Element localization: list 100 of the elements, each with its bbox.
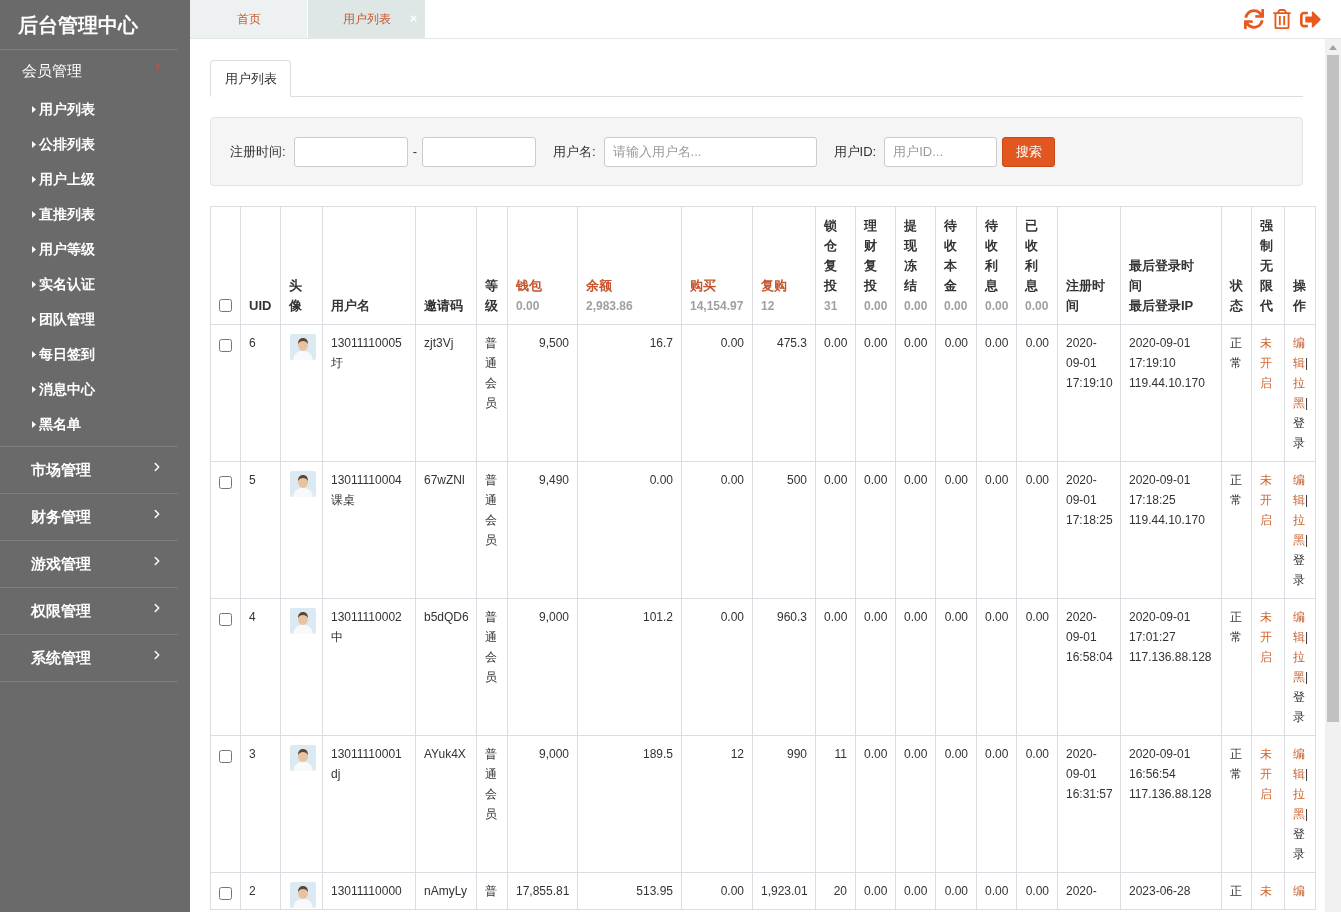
tab[interactable]: 首页 <box>190 0 307 38</box>
action-link[interactable]: 编辑 <box>1293 744 1305 784</box>
phone-number: 13011110000 <box>331 883 402 900</box>
action-link[interactable]: 拉黑 <box>1293 510 1305 550</box>
sidebar-group[interactable]: 游戏管理 <box>0 541 178 587</box>
page-tab[interactable]: 用户列表 <box>210 60 291 97</box>
avatar-icon <box>290 334 316 360</box>
action-link[interactable]: 登录 <box>1293 824 1305 864</box>
column-header: 待收利息 <box>985 217 998 295</box>
action-link[interactable]: 登录 <box>1293 413 1305 453</box>
column-header: 提现冻结 <box>904 217 917 295</box>
amount: 0.00 <box>944 883 968 900</box>
sidebar-item[interactable]: 实名认证 <box>0 267 178 302</box>
column-header: 头像 <box>289 277 302 315</box>
sidebar-item[interactable]: 直推列表 <box>0 197 178 232</box>
sidebar-item[interactable]: 用户列表 <box>0 92 178 127</box>
row-checkbox[interactable] <box>219 476 232 489</box>
phone-number: 13011110002 <box>331 609 402 626</box>
amount: 189.5 <box>642 746 673 763</box>
caret-icon <box>32 351 36 358</box>
column-total: 0.00 <box>944 298 968 315</box>
column-header: 钱包 <box>516 277 542 295</box>
action-link[interactable]: 编 <box>1293 881 1305 901</box>
tab[interactable]: 用户列表 <box>308 0 425 38</box>
amount: 0.00 <box>904 746 928 763</box>
caret-icon <box>32 106 36 113</box>
amount: 0.00 <box>904 335 928 352</box>
action-link[interactable]: 编辑 <box>1293 470 1305 510</box>
date-input[interactable] <box>421 136 536 167</box>
amount: 0.00 <box>1025 335 1049 352</box>
sidebar-item[interactable]: 消息中心 <box>0 372 178 407</box>
action-link[interactable]: 编辑 <box>1293 333 1305 373</box>
sidebar-item[interactable]: 黑名单 <box>0 407 178 442</box>
date-input[interactable] <box>293 136 408 167</box>
uid: 3 <box>249 746 256 763</box>
status-label: 正常 <box>1230 335 1242 372</box>
sidebar-group[interactable]: 市场管理 <box>0 447 178 493</box>
sidebar-item[interactable]: 用户上级 <box>0 162 178 197</box>
amount: 17,855.81 <box>516 883 570 900</box>
member-level: 普通会员 <box>485 746 497 823</box>
nickname: 课桌 <box>331 492 355 509</box>
column-header: 邀请码 <box>424 297 463 315</box>
column-total: 0.00 <box>516 298 540 315</box>
field-label: 注册时间: <box>230 142 286 161</box>
amount: 475.3 <box>776 335 807 352</box>
row-checkbox[interactable] <box>219 887 232 900</box>
amount: 11 <box>834 746 847 763</box>
ip-address: 119.44.10.170 <box>1129 375 1205 392</box>
invite-code: b5dQD6 <box>424 609 469 626</box>
amount: 0.00 <box>720 472 744 489</box>
row-checkbox[interactable] <box>219 750 232 763</box>
row-checkbox[interactable] <box>219 613 232 626</box>
nickname: 中 <box>331 629 343 646</box>
amount: 9,000 <box>538 609 569 626</box>
sidebar-item[interactable]: 团队管理 <box>0 302 178 337</box>
amount: 0.00 <box>904 472 928 489</box>
column-header: UID <box>249 297 272 315</box>
refresh-icon[interactable] <box>1244 9 1264 29</box>
unlimited-status: 未 <box>1260 883 1272 900</box>
amount: 0.00 <box>985 609 1009 626</box>
amount: 9,500 <box>538 335 569 352</box>
scrollbar-thumb[interactable] <box>1327 55 1339 722</box>
sidebar-group[interactable]: 权限管理 <box>0 588 178 634</box>
text-input[interactable]: 请输入用户名... <box>603 136 817 167</box>
field-label: 用户ID: <box>833 142 877 161</box>
action-link[interactable]: 拉黑 <box>1293 373 1305 413</box>
action-link[interactable]: 拉黑 <box>1293 784 1305 824</box>
caret-icon <box>32 211 36 218</box>
action-link[interactable]: 登录 <box>1293 687 1305 727</box>
ip-address: 117.136.88.128 <box>1129 649 1212 666</box>
action-link[interactable]: 登录 <box>1293 550 1305 590</box>
amount: 0.00 <box>944 472 968 489</box>
action-link[interactable]: 编辑 <box>1293 607 1305 647</box>
sidebar-group[interactable]: 财务管理 <box>0 494 178 540</box>
select-all-checkbox[interactable] <box>219 299 232 312</box>
sidebar-group[interactable]: 会员管理 <box>0 50 178 92</box>
unlimited-status: 未开启 <box>1260 609 1272 666</box>
action-separator: | <box>1305 493 1309 507</box>
amount: 0.00 <box>944 609 968 626</box>
sidebar-item[interactable]: 每日签到 <box>0 337 178 372</box>
sidebar-group[interactable]: 系统管理 <box>0 635 178 681</box>
status-label: 正常 <box>1230 746 1242 783</box>
column-header: 操作 <box>1293 277 1306 315</box>
scroll-up-icon[interactable] <box>1329 45 1337 50</box>
invite-code: nAmyLy <box>424 883 467 900</box>
sidebar-item[interactable]: 用户等级 <box>0 232 178 267</box>
amount: 0.00 <box>944 335 968 352</box>
column-header: 复购 <box>761 277 787 295</box>
text-input[interactable]: 用户ID... <box>884 136 998 167</box>
row-checkbox[interactable] <box>219 339 232 352</box>
sidebar-item[interactable]: 公排列表 <box>0 127 178 162</box>
amount: 0.00 <box>944 746 968 763</box>
action-link[interactable]: 拉黑 <box>1293 647 1305 687</box>
search-button[interactable]: 搜索 <box>1002 136 1056 167</box>
trash-icon[interactable] <box>1272 9 1292 29</box>
column-total: 0.00 <box>1025 298 1049 315</box>
uid: 6 <box>249 335 256 352</box>
amount: 0.00 <box>864 335 888 352</box>
status-label: 正 <box>1230 883 1242 900</box>
nickname: 圩 <box>331 355 343 372</box>
